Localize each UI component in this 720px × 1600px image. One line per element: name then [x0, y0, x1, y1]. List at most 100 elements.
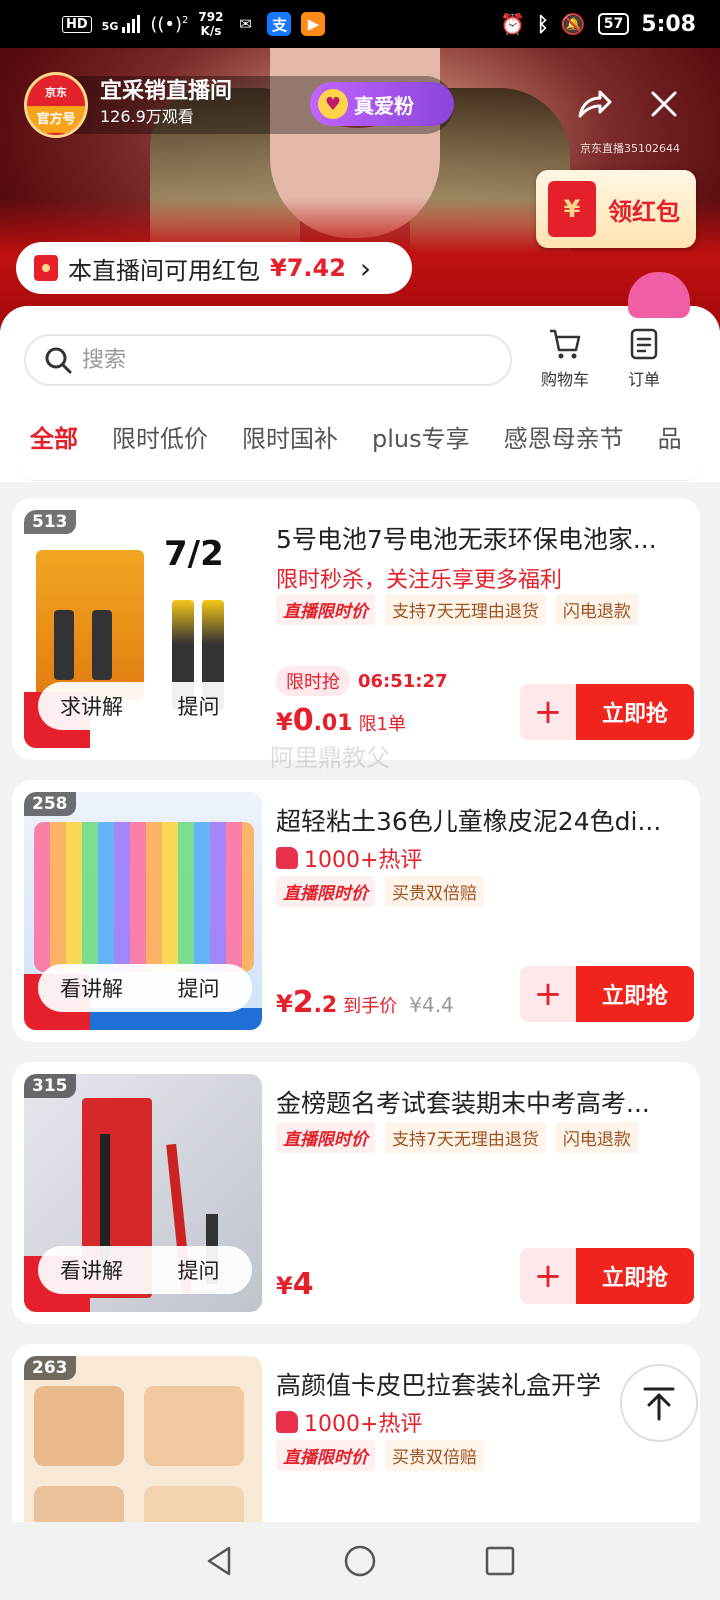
- panel-header: 购物车 订单 全部 限时低价 限时国补 plus专享 感恩母亲节 品: [0, 306, 720, 482]
- product-tags: 直播限时价 支持7天无理由退货 闪电退款: [276, 1122, 638, 1153]
- anchor-avatar[interactable]: 京东 官方号: [24, 72, 88, 138]
- hotspot-count: 2: [182, 14, 189, 26]
- tab-all[interactable]: 全部: [30, 419, 78, 454]
- product-rank: 315: [24, 1074, 76, 1098]
- capybara-item-image: [34, 1486, 124, 1522]
- price-integer: 0: [292, 703, 314, 738]
- ask-question-button[interactable]: 提问: [145, 1255, 252, 1285]
- arrow-up-icon: [643, 1387, 675, 1421]
- flash-countdown: 06:51:27: [358, 670, 448, 692]
- network-type: 5G: [101, 20, 119, 33]
- buy-now-button[interactable]: 立即抢: [576, 684, 694, 740]
- coupon-bar[interactable]: 本直播间可用红包 ¥7.42 ›: [16, 242, 412, 294]
- price: ¥2.2 到手价 ¥4.4: [276, 985, 454, 1020]
- recents-nav-icon[interactable]: [483, 1544, 517, 1578]
- anchor-name: 宜采销直播间: [100, 79, 233, 104]
- room-id: 京东直播35102644: [580, 142, 680, 155]
- fan-button[interactable]: ♥ 真爱粉: [310, 82, 454, 126]
- speed-unit: K/s: [200, 24, 222, 38]
- tab-limited-low-price[interactable]: 限时低价: [112, 419, 208, 454]
- bluetooth-icon: ᛒ: [536, 12, 549, 36]
- capybara-item-image: [144, 1486, 244, 1522]
- price-note: 限1单: [358, 714, 407, 735]
- red-packet-label: 领红包: [608, 197, 680, 226]
- request-explain-button[interactable]: 求讲解: [38, 691, 145, 721]
- close-icon[interactable]: [644, 84, 684, 124]
- flash-sale: 限时抢 06:51:27: [276, 666, 448, 696]
- cart-button[interactable]: 购物车: [530, 326, 600, 390]
- product-card[interactable]: 258 看讲解 提问 超轻粘土36色儿童橡皮泥24色di... 1000+热评 …: [12, 780, 700, 1042]
- price: ¥4: [276, 1267, 314, 1302]
- product-image[interactable]: 263: [24, 1356, 262, 1522]
- red-packet-button[interactable]: ¥ 领红包: [536, 170, 696, 248]
- speed-value: 792: [198, 10, 224, 24]
- ask-question-button[interactable]: 提问: [145, 691, 252, 721]
- ask-pill: 求讲解 提问: [38, 682, 252, 730]
- system-nav-bar: [0, 1522, 720, 1600]
- tag-return: 支持7天无理由退货: [385, 1122, 546, 1153]
- add-to-cart-button[interactable]: +: [520, 1248, 576, 1304]
- tab-national-subsidy[interactable]: 限时国补: [242, 419, 338, 454]
- ask-pill: 看讲解 提问: [38, 1246, 252, 1294]
- product-title[interactable]: 5号电池7号电池无汞环保电池家...: [276, 520, 686, 556]
- price-decimal: .01: [313, 711, 353, 736]
- tab-plus[interactable]: plus专享: [372, 419, 470, 454]
- thumbs-up-icon: [276, 1411, 298, 1433]
- add-to-cart-button[interactable]: +: [520, 684, 576, 740]
- mute-icon: 🔕: [560, 12, 586, 36]
- price-integer: 2: [292, 985, 314, 1020]
- hd-indicator: HD: [62, 15, 92, 33]
- back-to-top-button[interactable]: [620, 1364, 698, 1442]
- product-tags: 直播限时价 买贵双倍赔: [276, 876, 484, 907]
- orders-button[interactable]: 订单: [609, 326, 679, 390]
- tag-live-price: 直播限时价: [276, 1440, 375, 1471]
- price: ¥0.01 限1单: [276, 703, 406, 738]
- product-card[interactable]: 315 看讲解 提问 金榜题名考试套装期末中考高考... 直播限时价 支持7天无…: [12, 1062, 700, 1324]
- ask-question-button[interactable]: 提问: [145, 973, 252, 1003]
- price-decimal: .2: [313, 993, 338, 1018]
- search-input[interactable]: [82, 347, 462, 373]
- original-price: ¥4.4: [409, 993, 454, 1017]
- cart-icon: [550, 329, 581, 359]
- watch-explain-button[interactable]: 看讲解: [38, 1255, 145, 1285]
- product-list: 7/2 513 求讲解 提问 5号电池7号电池无汞环保电池家... 限时秒杀，关…: [0, 498, 720, 1522]
- hot-review: 1000+热评: [276, 1406, 422, 1438]
- list-item: [16, 462, 704, 480]
- signal-icon: 5G: [102, 15, 141, 33]
- product-promo: 限时秒杀，关注乐享更多福利: [276, 568, 563, 593]
- back-nav-icon[interactable]: [203, 1544, 237, 1578]
- tab-brand[interactable]: 品: [658, 419, 682, 454]
- chevron-right-icon: ›: [359, 251, 372, 285]
- product-rank: 263: [24, 1356, 76, 1380]
- hotspot-icon: ((•)2: [150, 13, 189, 35]
- product-title[interactable]: 高颜值卡皮巴拉套装礼盒开学: [276, 1366, 626, 1402]
- network-speed: 792 K/s: [198, 10, 223, 38]
- buy-now-button[interactable]: 立即抢: [576, 1248, 694, 1304]
- home-nav-icon[interactable]: [343, 1544, 377, 1578]
- share-icon[interactable]: [574, 84, 614, 124]
- product-card[interactable]: 263 高颜值卡皮巴拉套装礼盒开学 1000+热评 直播限时价 买贵双倍赔: [12, 1344, 700, 1522]
- product-card[interactable]: 7/2 513 求讲解 提问 5号电池7号电池无汞环保电池家... 限时秒杀，关…: [12, 498, 700, 760]
- flash-label: 限时抢: [276, 666, 350, 696]
- buy-now-button[interactable]: 立即抢: [576, 966, 694, 1022]
- product-title[interactable]: 金榜题名考试套装期末中考高考...: [276, 1084, 686, 1120]
- add-to-cart-button[interactable]: +: [520, 966, 576, 1022]
- status-bar: HD 5G ((•)2 792 K/s ✉ 支 ▶ ⏰ ᛒ 🔕 57 5:08: [0, 0, 720, 48]
- clay-set-image: [34, 822, 254, 972]
- video-app-icon: ▶: [301, 12, 326, 36]
- product-tags: 直播限时价 买贵双倍赔: [276, 1440, 484, 1471]
- price-integer: 4: [292, 1267, 314, 1302]
- category-tabs: 全部 限时低价 限时国补 plus专享 感恩母亲节 品: [0, 410, 682, 462]
- tag-refund: 闪电退款: [555, 594, 638, 625]
- hot-review: 1000+热评: [276, 842, 422, 874]
- search-box[interactable]: [24, 334, 512, 386]
- orders-label: 订单: [627, 370, 660, 389]
- product-tags: 直播限时价 支持7天无理由退货 闪电退款: [276, 594, 638, 625]
- watermark: 阿里鼎教父: [270, 744, 390, 772]
- price-symbol: ¥: [276, 990, 293, 1018]
- watch-explain-button[interactable]: 看讲解: [38, 973, 145, 1003]
- tab-mothers-day[interactable]: 感恩母亲节: [504, 419, 624, 454]
- product-title[interactable]: 超轻粘土36色儿童橡皮泥24色di...: [276, 802, 686, 838]
- red-envelope-small-icon: [34, 255, 58, 281]
- alarm-icon: ⏰: [499, 12, 525, 36]
